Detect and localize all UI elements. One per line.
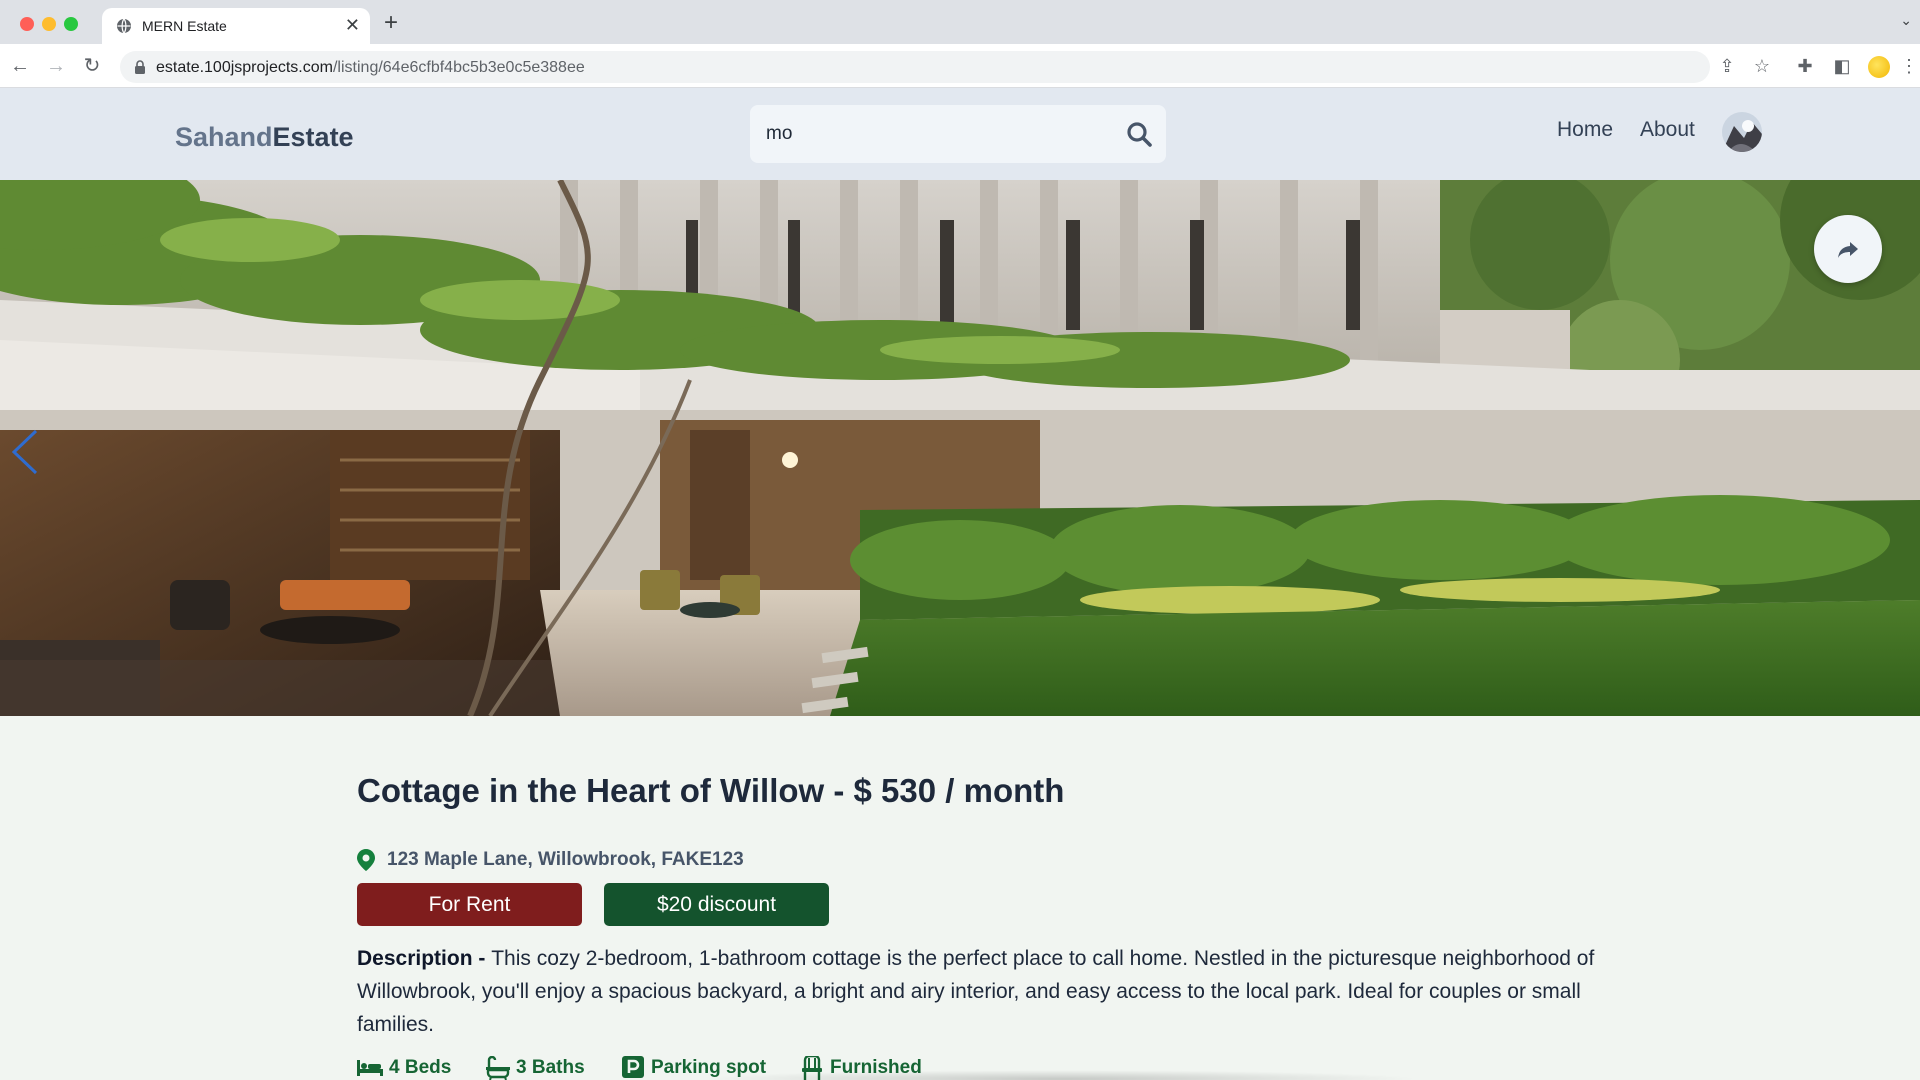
listing-title: Cottage in the Heart of Willow - $ 530 /… bbox=[357, 772, 1065, 809]
parking-icon bbox=[622, 1056, 644, 1078]
browser-tabstrip: MERN Estate ✕ + ⌄ bbox=[0, 0, 1920, 44]
share-button[interactable] bbox=[1814, 215, 1882, 283]
description-text: This cozy 2-bedroom, 1-bathroom cottage … bbox=[357, 947, 1595, 1036]
star-icon[interactable]: ☆ bbox=[1750, 54, 1774, 78]
search-icon[interactable] bbox=[1126, 121, 1152, 147]
chevron-left-icon[interactable] bbox=[8, 427, 42, 477]
menu-icon[interactable]: ⋮ bbox=[1900, 54, 1918, 78]
avatar[interactable] bbox=[1722, 112, 1762, 152]
discount-badge: $20 discount bbox=[604, 883, 829, 926]
plus-icon[interactable]: + bbox=[384, 11, 398, 35]
bed-icon bbox=[357, 1060, 383, 1076]
scroll-shadow bbox=[700, 1070, 1420, 1080]
browser-profile-avatar[interactable] bbox=[1868, 56, 1890, 78]
browser-tab[interactable]: MERN Estate ✕ bbox=[102, 8, 370, 44]
puzzle-icon[interactable]: ✚ bbox=[1793, 54, 1817, 78]
globe-icon bbox=[117, 18, 131, 34]
address-bar[interactable]: estate.100jsprojects.com/listing/64e6cfb… bbox=[120, 51, 1710, 83]
listing-type-badge: For Rent bbox=[357, 883, 582, 926]
search-form bbox=[750, 105, 1166, 163]
feature-baths-label: 3 Baths bbox=[516, 1057, 585, 1078]
window-maximize-button[interactable] bbox=[64, 17, 78, 31]
description-label: Description - bbox=[357, 947, 492, 970]
forward-icon[interactable]: → bbox=[44, 54, 68, 78]
share-page-icon[interactable]: ⇪ bbox=[1715, 54, 1739, 78]
url-path: /listing/64e6cfbf4bc5b3e0c5e388ee bbox=[332, 59, 585, 76]
nav-home-link[interactable]: Home bbox=[1557, 118, 1613, 142]
lock-icon bbox=[135, 60, 145, 74]
address-text: 123 Maple Lane, Willowbrook, FAKE123 bbox=[387, 849, 744, 870]
share-icon bbox=[1838, 242, 1858, 258]
window-close-button[interactable] bbox=[20, 17, 34, 31]
sidepanel-icon[interactable]: ◧ bbox=[1830, 54, 1854, 78]
bath-icon bbox=[486, 1056, 510, 1080]
reload-icon[interactable]: ↻ bbox=[80, 54, 104, 78]
browser-toolbar: ← → ↻ estate.100jsprojects.com/listing/6… bbox=[0, 44, 1920, 88]
site-logo[interactable]: SahandEstate bbox=[175, 122, 354, 153]
listing-description: Description - This cozy 2-bedroom, 1-bat… bbox=[357, 942, 1597, 1041]
close-icon[interactable]: ✕ bbox=[345, 15, 360, 35]
site-header: SahandEstate Home About bbox=[0, 88, 1920, 180]
logo-part-1: Sahand bbox=[175, 122, 273, 152]
tab-title: MERN Estate bbox=[142, 18, 227, 34]
listing-photo-carousel[interactable] bbox=[0, 180, 1920, 716]
url-text: estate.100jsprojects.com/listing/64e6cfb… bbox=[156, 59, 585, 77]
feature-beds-label: 4 Beds bbox=[389, 1057, 452, 1078]
back-icon[interactable]: ← bbox=[8, 54, 32, 78]
url-host: estate.100jsprojects.com bbox=[156, 59, 333, 76]
logo-part-2: Estate bbox=[272, 122, 354, 152]
nav-about-link[interactable]: About bbox=[1640, 118, 1695, 142]
chevron-down-icon[interactable]: ⌄ bbox=[1900, 12, 1912, 29]
map-pin-icon bbox=[357, 849, 375, 871]
listing-photo bbox=[0, 180, 1920, 716]
search-input[interactable] bbox=[766, 119, 1106, 149]
window-minimize-button[interactable] bbox=[42, 17, 56, 31]
